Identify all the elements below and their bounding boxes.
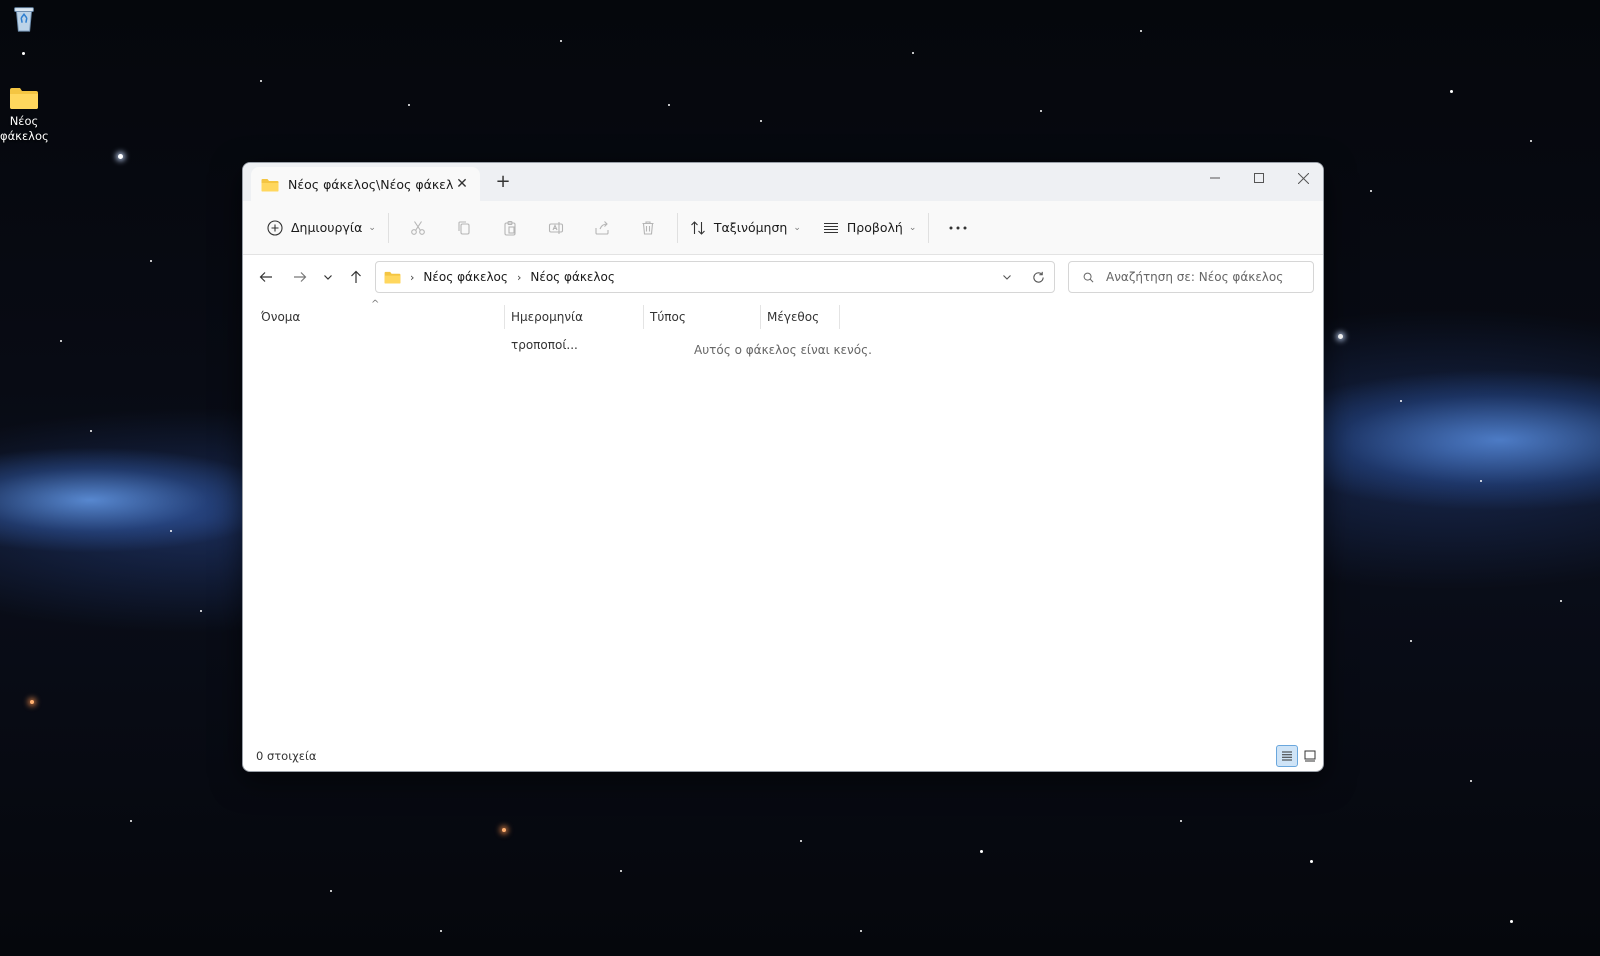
maximize-icon[interactable] [1237, 163, 1281, 193]
folder-icon [9, 86, 39, 110]
toolbar-divider [676, 212, 678, 243]
breadcrumb-item[interactable]: Νέος φάκελος [530, 270, 615, 284]
command-bar: Δημιουργία ⌄ Ταξινόμηση ⌄ Προβολή ⌄ [243, 201, 1323, 255]
forward-arrow-icon[interactable] [285, 262, 315, 292]
new-button-label: Δημιουργία [291, 220, 363, 235]
column-header-type[interactable]: Τύπος [644, 303, 760, 331]
folder-icon [384, 271, 401, 284]
address-history-chevron-icon[interactable] [992, 272, 1022, 282]
search-icon [1083, 272, 1094, 283]
desktop-folder-label: Νέος φάκελος [0, 114, 49, 143]
trash-icon[interactable] [625, 212, 671, 244]
empty-folder-message: Αυτός ο φάκελος είναι κενός. [694, 343, 872, 357]
search-placeholder: Αναζήτηση σε: Νέος φάκελος [1106, 270, 1284, 284]
rename-icon[interactable] [533, 212, 579, 244]
folder-icon [261, 177, 279, 192]
paste-icon[interactable] [487, 212, 533, 244]
plus-icon[interactable]: + [493, 172, 513, 192]
view-button[interactable]: Προβολή ⌄ [817, 212, 922, 244]
column-header-name[interactable]: Όνομα [255, 303, 505, 331]
recycle-bin-icon[interactable] [8, 3, 40, 35]
sort-icon [690, 220, 706, 236]
file-explorer-window: Νέος φάκελος\Νέος φάκελος ✕ + Δημιουργία… [242, 162, 1324, 772]
breadcrumb-item[interactable]: Νέος φάκελος [423, 270, 508, 284]
view-button-label: Προβολή [846, 220, 903, 235]
details-view-icon[interactable] [1276, 745, 1298, 767]
sort-button[interactable]: Ταξινόμηση ⌄ [684, 212, 807, 244]
close-window-icon[interactable] [1281, 163, 1323, 193]
sort-ascending-icon: ^ [371, 299, 380, 310]
minimize-icon[interactable] [1193, 163, 1237, 193]
desktop-folder-item[interactable]: Νέος φάκελος [0, 86, 49, 144]
large-icons-view-icon[interactable] [1299, 745, 1321, 767]
column-header-size[interactable]: Μέγεθος [761, 303, 839, 331]
column-divider[interactable] [839, 305, 840, 329]
close-icon[interactable]: ✕ [454, 176, 470, 192]
chevron-down-icon: ⌄ [368, 222, 376, 233]
new-button[interactable]: Δημιουργία ⌄ [261, 212, 382, 244]
breadcrumb-separator-icon[interactable]: › [410, 271, 414, 284]
toolbar-divider [928, 212, 930, 243]
copy-icon[interactable] [441, 212, 487, 244]
tab-current-folder[interactable]: Νέος φάκελος\Νέος φάκελος ✕ [251, 167, 480, 201]
address-bar[interactable]: › Νέος φάκελος › Νέος φάκελος [375, 261, 1055, 293]
scissors-icon[interactable] [395, 212, 441, 244]
plus-circle-icon [267, 219, 283, 236]
up-arrow-icon[interactable] [341, 262, 371, 292]
more-icon[interactable] [935, 212, 981, 244]
back-arrow-icon[interactable] [251, 262, 281, 292]
chevron-down-icon: ⌄ [793, 222, 801, 233]
status-bar: 0 στοιχεία [243, 741, 1323, 771]
share-icon[interactable] [579, 212, 625, 244]
column-header-row: Όνομα ^ Ημερομηνία τροποποί... Τύπος Μέγ… [243, 299, 1323, 352]
view-list-icon [823, 220, 839, 236]
navigation-bar: › Νέος φάκελος › Νέος φάκελος Αναζήτηση … [243, 255, 1323, 299]
breadcrumb-separator-icon[interactable]: › [517, 271, 521, 284]
refresh-icon[interactable] [1022, 271, 1054, 284]
column-header-date[interactable]: Ημερομηνία τροποποί... [505, 303, 643, 352]
item-count: 0 στοιχεία [256, 749, 317, 763]
toolbar-divider [387, 212, 389, 243]
title-bar: Νέος φάκελος\Νέος φάκελος ✕ + [243, 163, 1323, 201]
recent-locations-chevron-icon[interactable] [313, 262, 343, 292]
search-box[interactable]: Αναζήτηση σε: Νέος φάκελος [1068, 261, 1314, 293]
sort-button-label: Ταξινόμηση [713, 220, 788, 235]
tab-title: Νέος φάκελος\Νέος φάκελος [288, 176, 454, 192]
chevron-down-icon: ⌄ [908, 222, 917, 233]
